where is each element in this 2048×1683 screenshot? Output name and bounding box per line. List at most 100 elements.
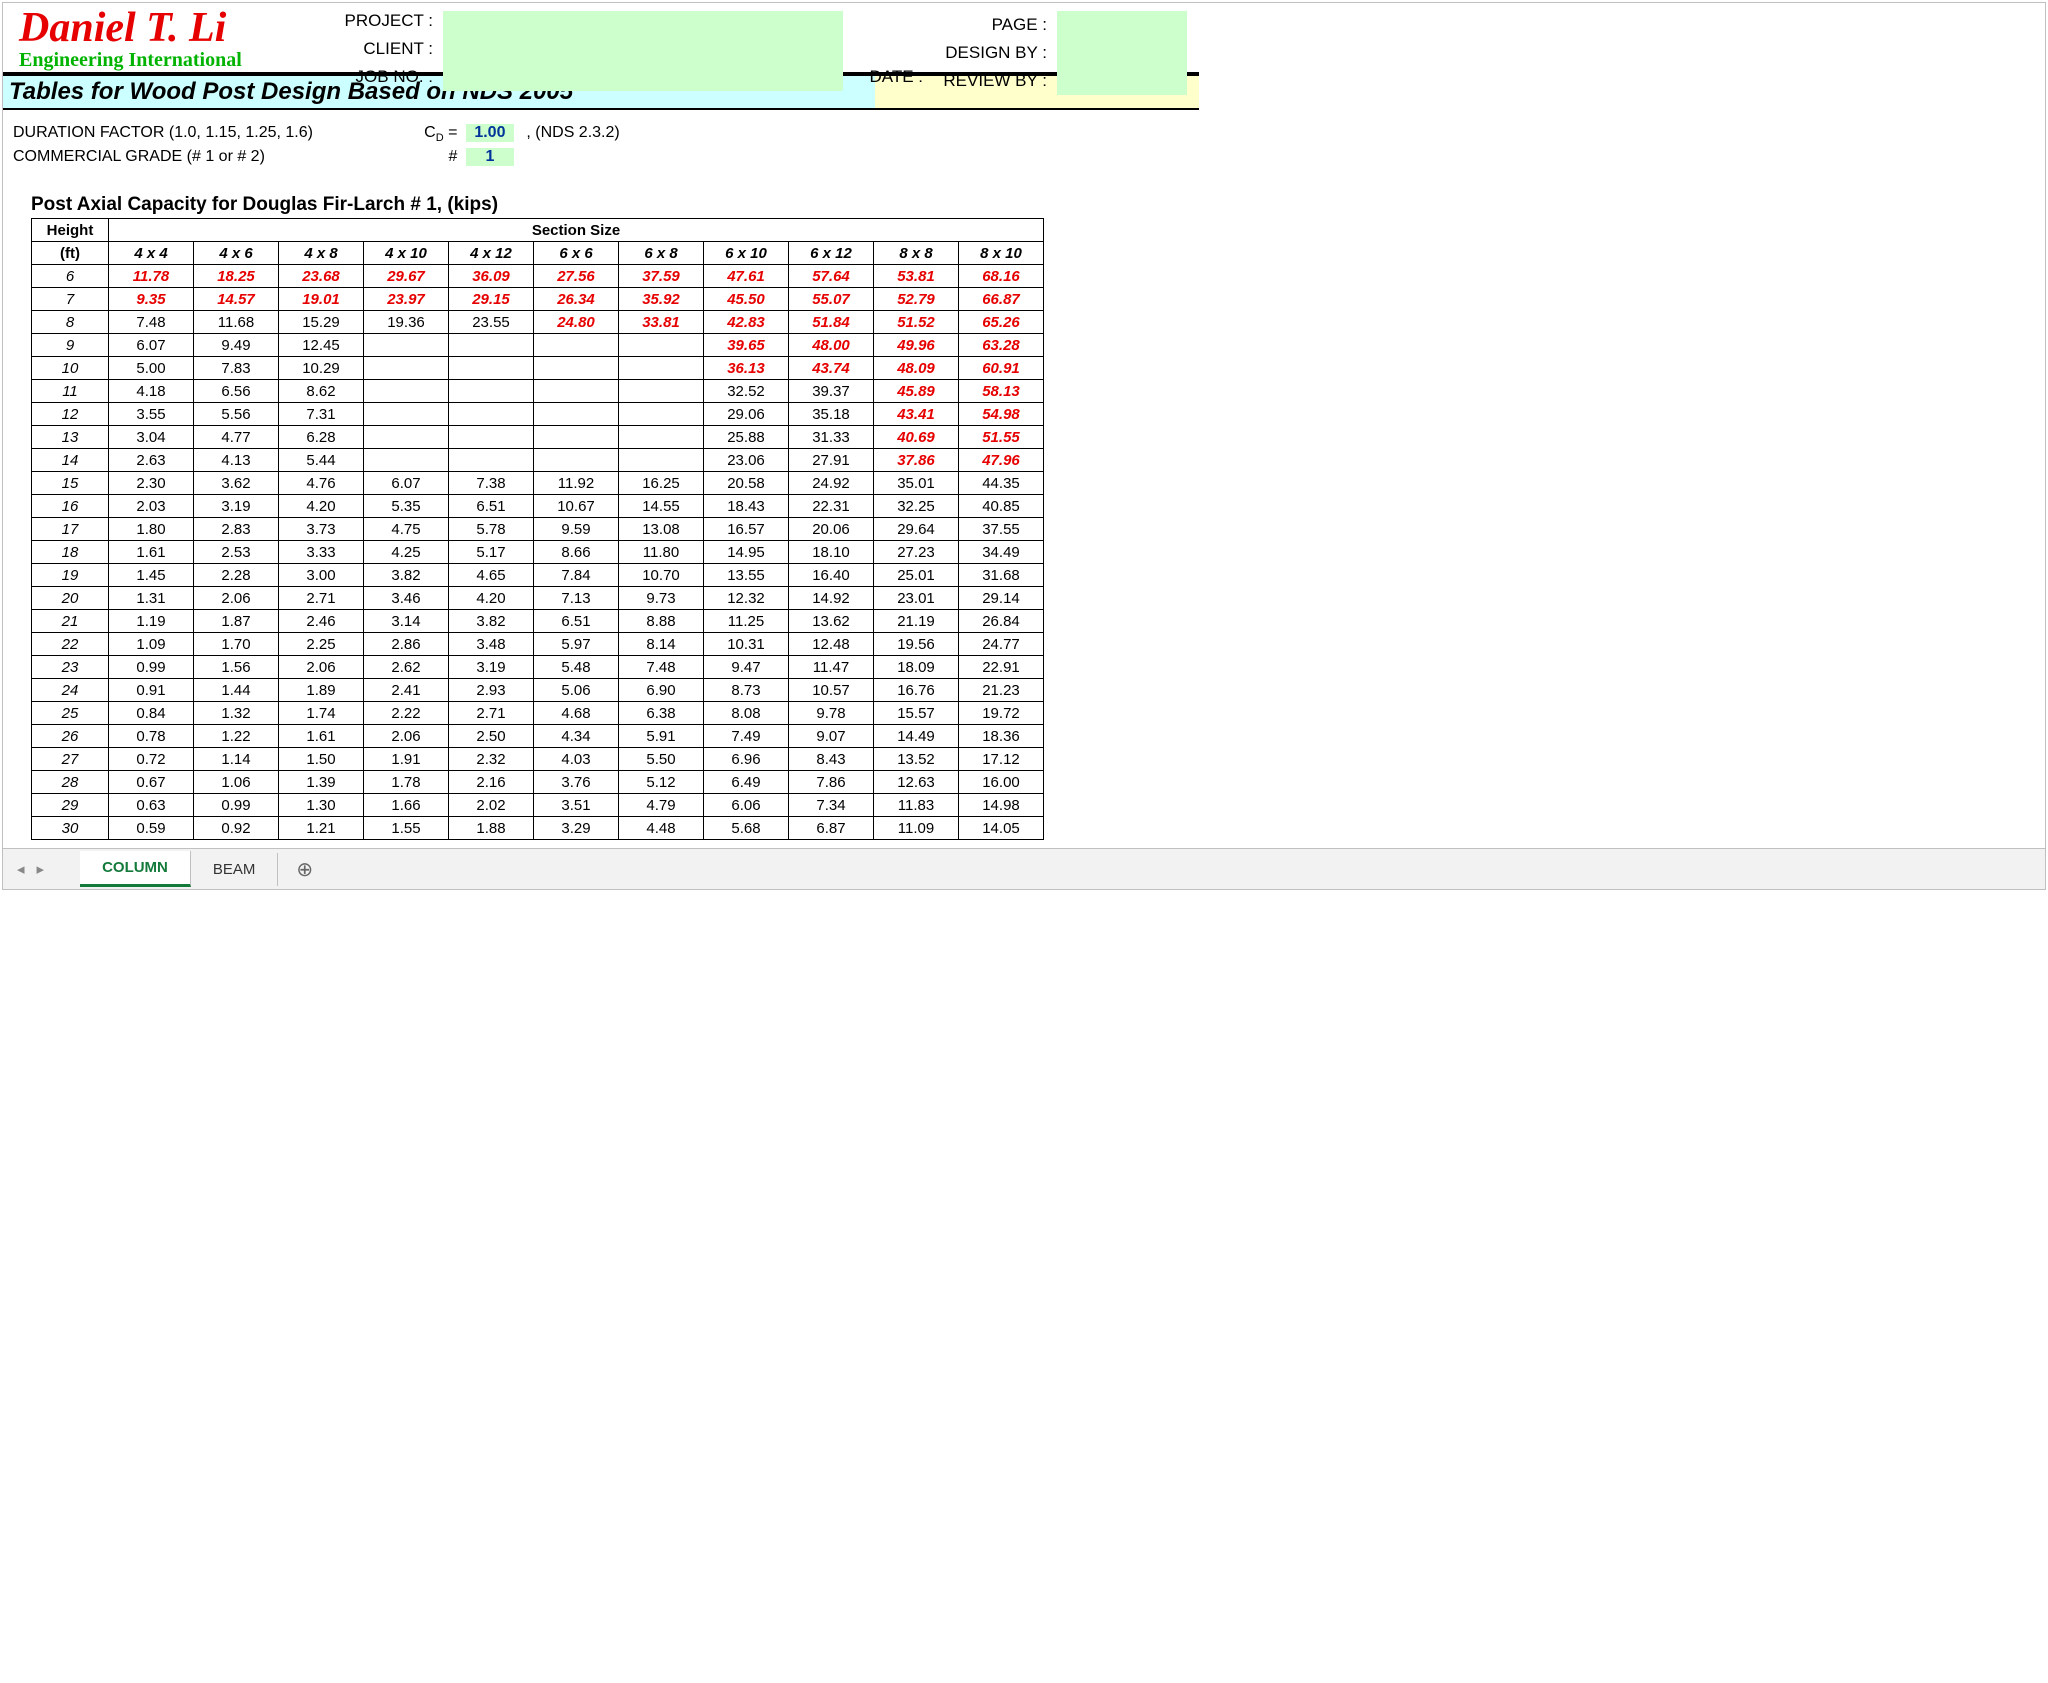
column-header: 4 x 10 — [364, 242, 449, 265]
capacity-cell: 54.98 — [959, 403, 1044, 426]
capacity-cell: 2.06 — [194, 587, 279, 610]
table-row: 270.721.141.501.912.324.035.506.968.4313… — [32, 748, 1044, 771]
capacity-cell: 51.52 — [874, 311, 959, 334]
capacity-cell: 1.78 — [364, 771, 449, 794]
capacity-cell: 51.55 — [959, 426, 1044, 449]
capacity-cell: 0.91 — [109, 679, 194, 702]
capacity-cell: 2.46 — [279, 610, 364, 633]
capacity-cell: 33.81 — [619, 311, 704, 334]
capacity-cell: 6.56 — [194, 380, 279, 403]
capacity-cell: 22.91 — [959, 656, 1044, 679]
height-cell: 22 — [32, 633, 109, 656]
capacity-cell: 0.99 — [194, 794, 279, 817]
capacity-cell — [534, 357, 619, 380]
capacity-cell: 2.30 — [109, 472, 194, 495]
tab-beam[interactable]: BEAM — [191, 853, 279, 886]
capacity-cell: 9.47 — [704, 656, 789, 679]
height-cell: 23 — [32, 656, 109, 679]
capacity-cell: 1.22 — [194, 725, 279, 748]
capacity-cell: 3.55 — [109, 403, 194, 426]
column-header: 4 x 4 — [109, 242, 194, 265]
capacity-cell: 14.57 — [194, 288, 279, 311]
client-label: CLIENT : — [303, 39, 433, 59]
table-row: 201.312.062.713.464.207.139.7312.3214.92… — [32, 587, 1044, 610]
capacity-cell: 8.08 — [704, 702, 789, 725]
capacity-cell: 0.63 — [109, 794, 194, 817]
capacity-cell: 6.51 — [534, 610, 619, 633]
capacity-cell: 7.84 — [534, 564, 619, 587]
designby-label: DESIGN BY : — [907, 39, 1047, 67]
capacity-cell: 29.67 — [364, 265, 449, 288]
tab-nav-first-icon[interactable]: ◂ — [11, 860, 31, 878]
capacity-cell: 1.09 — [109, 633, 194, 656]
capacity-cell: 2.41 — [364, 679, 449, 702]
capacity-cell: 37.86 — [874, 449, 959, 472]
height-cell: 7 — [32, 288, 109, 311]
capacity-cell: 29.14 — [959, 587, 1044, 610]
cd-value-input[interactable]: 1.00 — [466, 124, 514, 142]
capacity-cell: 51.84 — [789, 311, 874, 334]
tab-column[interactable]: COLUMN — [80, 851, 191, 887]
sheet-tab-bar: ◂ ▸ COLUMN BEAM ⊕ — [3, 848, 2045, 889]
capacity-cell: 2.71 — [449, 702, 534, 725]
capacity-cell: 1.45 — [109, 564, 194, 587]
capacity-cell: 18.36 — [959, 725, 1044, 748]
capacity-cell: 8.14 — [619, 633, 704, 656]
title-block: Daniel T. Li Engineering International P… — [3, 3, 1199, 76]
capacity-cell: 1.21 — [279, 817, 364, 840]
duration-factor-label: DURATION FACTOR (1.0, 1.15, 1.25, 1.6) — [13, 124, 393, 142]
cd-symbol: CD = — [397, 124, 461, 144]
capacity-cell: 23.06 — [704, 449, 789, 472]
capacity-cell: 3.82 — [364, 564, 449, 587]
capacity-cell: 52.79 — [874, 288, 959, 311]
capacity-cell: 2.62 — [364, 656, 449, 679]
grade-value-input[interactable]: 1 — [466, 148, 514, 166]
capacity-cell: 39.37 — [789, 380, 874, 403]
capacity-cell: 11.25 — [704, 610, 789, 633]
table-row: 191.452.283.003.824.657.8410.7013.5516.4… — [32, 564, 1044, 587]
capacity-cell: 5.35 — [364, 495, 449, 518]
height-cell: 10 — [32, 357, 109, 380]
capacity-cell: 12.45 — [279, 334, 364, 357]
height-cell: 18 — [32, 541, 109, 564]
capacity-cell: 7.83 — [194, 357, 279, 380]
capacity-cell: 7.49 — [704, 725, 789, 748]
capacity-cell: 13.08 — [619, 518, 704, 541]
capacity-cell: 2.83 — [194, 518, 279, 541]
capacity-cell: 27.56 — [534, 265, 619, 288]
capacity-cell: 21.23 — [959, 679, 1044, 702]
capacity-cell: 23.97 — [364, 288, 449, 311]
capacity-cell: 10.57 — [789, 679, 874, 702]
capacity-table: Height Section Size (ft) 4 x 44 x 64 x 8… — [31, 218, 1044, 840]
capacity-cell: 7.34 — [789, 794, 874, 817]
capacity-cell: 35.01 — [874, 472, 959, 495]
capacity-cell: 16.00 — [959, 771, 1044, 794]
capacity-cell: 1.66 — [364, 794, 449, 817]
capacity-cell: 57.64 — [789, 265, 874, 288]
capacity-cell: 47.61 — [704, 265, 789, 288]
capacity-cell — [619, 357, 704, 380]
capacity-cell: 16.25 — [619, 472, 704, 495]
page-input-box[interactable] — [1057, 11, 1187, 95]
capacity-cell: 14.05 — [959, 817, 1044, 840]
table-row: 611.7818.2523.6829.6736.0927.5637.5947.6… — [32, 265, 1044, 288]
capacity-cell: 2.22 — [364, 702, 449, 725]
add-sheet-icon[interactable]: ⊕ — [278, 857, 331, 882]
capacity-cell: 22.31 — [789, 495, 874, 518]
project-input-box[interactable] — [443, 11, 843, 91]
grade-symbol: # — [397, 148, 461, 166]
capacity-cell: 68.16 — [959, 265, 1044, 288]
capacity-cell: 27.23 — [874, 541, 959, 564]
capacity-cell: 40.85 — [959, 495, 1044, 518]
table-row: 105.007.8310.2936.1343.7448.0960.91 — [32, 357, 1044, 380]
capacity-cell: 1.55 — [364, 817, 449, 840]
capacity-cell: 65.26 — [959, 311, 1044, 334]
tab-nav-last-icon[interactable]: ▸ — [31, 860, 51, 878]
capacity-cell — [449, 426, 534, 449]
capacity-cell: 5.17 — [449, 541, 534, 564]
capacity-cell: 5.68 — [704, 817, 789, 840]
height-cell: 21 — [32, 610, 109, 633]
height-cell: 14 — [32, 449, 109, 472]
capacity-cell: 32.25 — [874, 495, 959, 518]
capacity-cell: 2.63 — [109, 449, 194, 472]
